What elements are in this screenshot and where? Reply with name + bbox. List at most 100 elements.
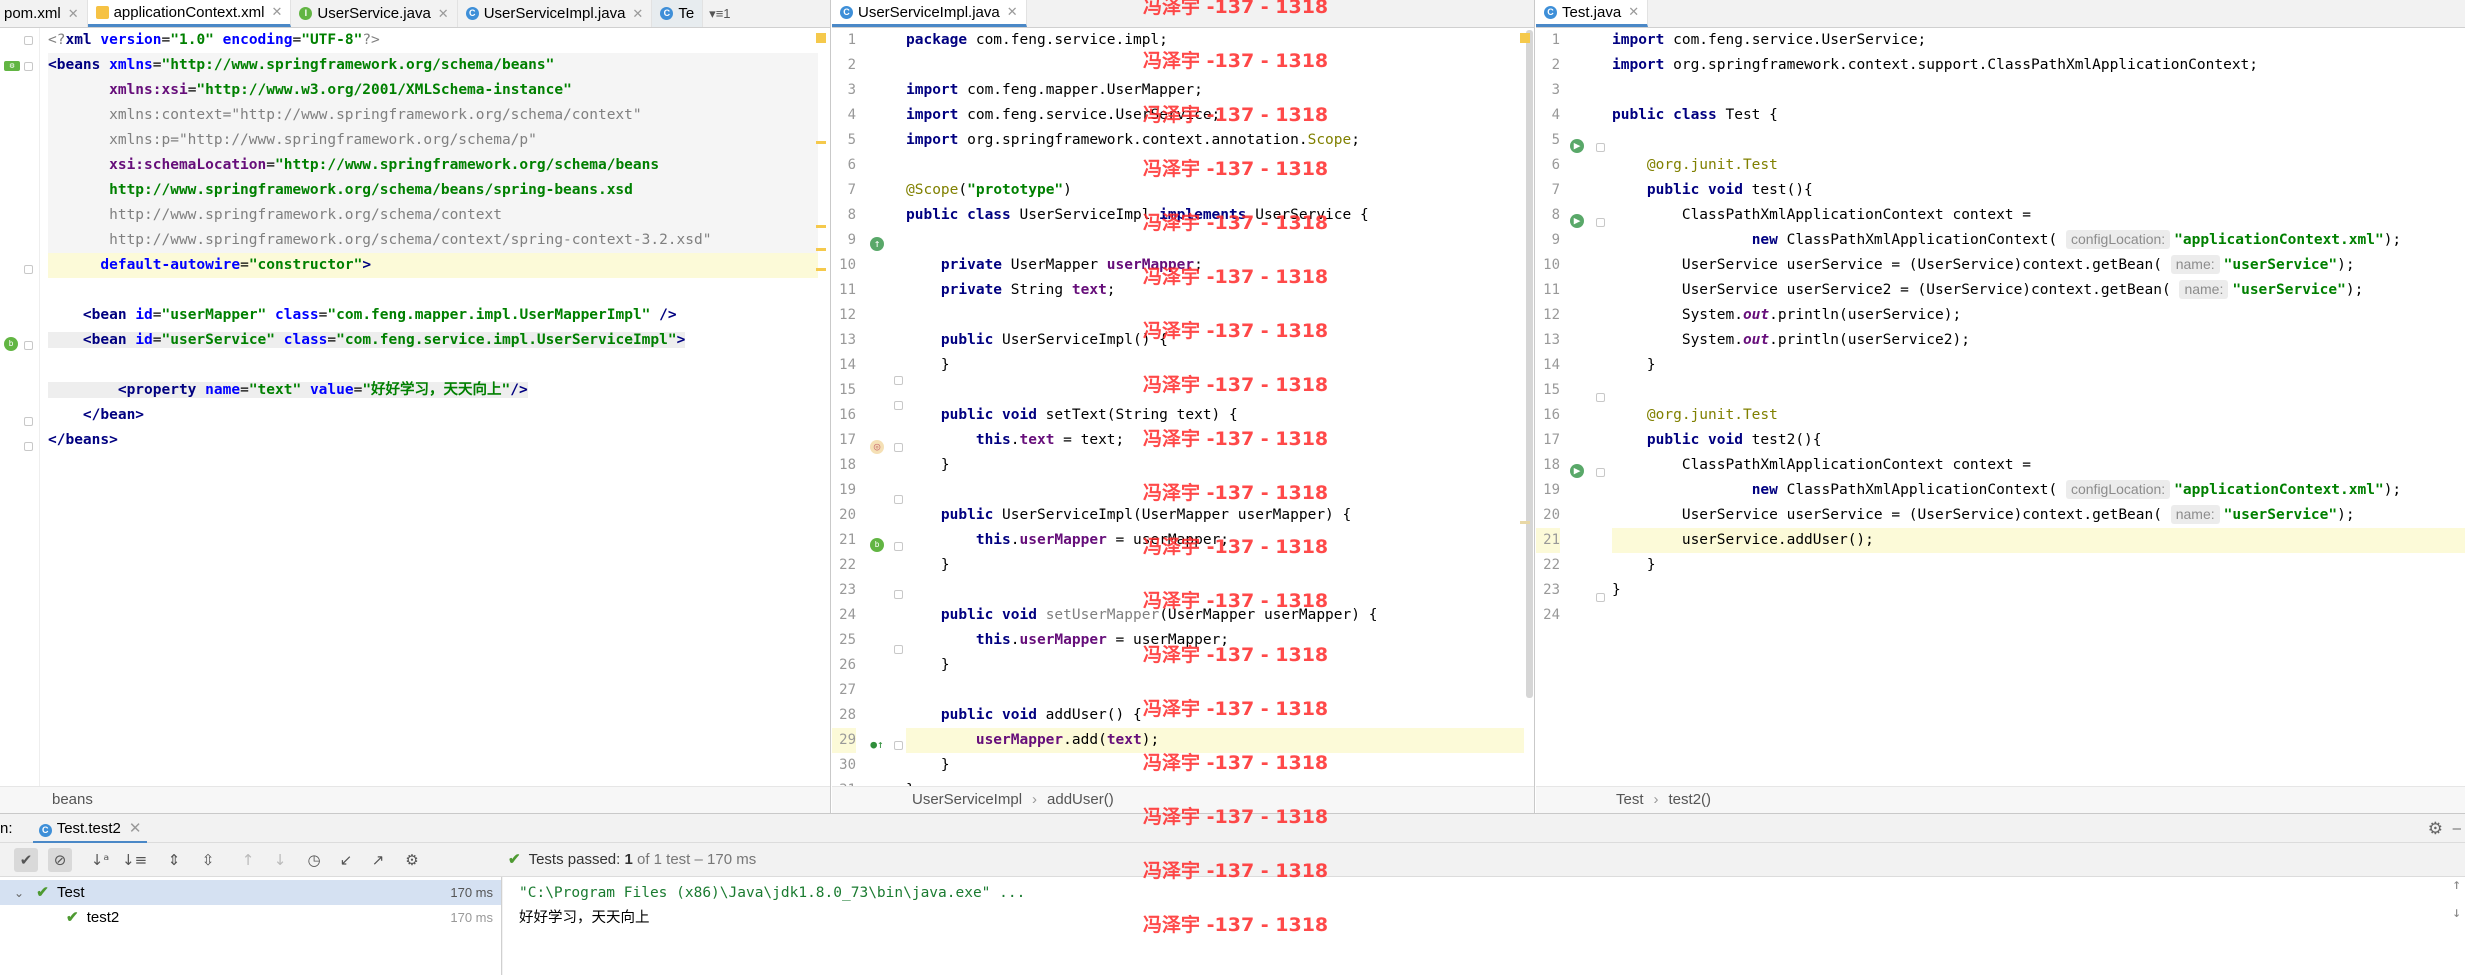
class-icon: C: [465, 7, 479, 20]
fold-icon[interactable]: [1596, 468, 1605, 477]
close-icon[interactable]: ✕: [438, 6, 449, 22]
breadcrumb-separator: ›: [1653, 791, 1659, 808]
tree-row[interactable]: ✔ test2 170 ms: [0, 905, 501, 930]
test-code[interactable]: import com.feng.service.UserService; imp…: [1612, 28, 2465, 813]
line-number: 29: [832, 728, 856, 753]
bean-icon[interactable]: b: [4, 337, 18, 351]
error-stripe-mark[interactable]: [1520, 521, 1530, 524]
tab-test-java[interactable]: C Test.java ✕: [1536, 0, 1649, 27]
fold-icon[interactable]: [894, 645, 903, 654]
sort-alphabetically-icon[interactable]: ↓ᵃ: [88, 848, 112, 872]
fold-icon[interactable]: [894, 443, 903, 452]
close-icon[interactable]: ✕: [1007, 4, 1018, 20]
breadcrumb-item[interactable]: beans: [52, 791, 93, 808]
tab-test[interactable]: C Te: [652, 0, 704, 27]
breadcrumb-item[interactable]: addUser(): [1047, 791, 1114, 808]
tree-row[interactable]: ⌄ ✔ Test 170 ms: [0, 880, 501, 905]
tab-label: UserService.java: [317, 5, 431, 22]
import-tests-icon[interactable]: ↙: [334, 848, 358, 872]
run-test-icon[interactable]: ▶: [1570, 464, 1584, 478]
tab-application-context-xml[interactable]: applicationContext.xml ✕: [87, 0, 292, 27]
error-stripe-mark[interactable]: [816, 225, 826, 228]
fold-icon[interactable]: [1596, 218, 1605, 227]
run-header: n: C Test.test2 ✕ ⚙ –: [0, 814, 2465, 844]
error-stripe-mark[interactable]: [816, 141, 826, 144]
impl-code[interactable]: package com.feng.service.impl; import co…: [906, 28, 1524, 813]
sort-duration-icon[interactable]: ↓≡: [122, 848, 147, 872]
fold-icon[interactable]: [894, 590, 903, 599]
tree-label: test2: [86, 909, 120, 926]
spring-context-icon[interactable]: ⚙: [4, 61, 20, 71]
tab-user-service-impl-java[interactable]: C UserServiceImpl.java ✕: [458, 0, 653, 27]
impl-gutter: 1 2 3 4 5 6 7 8 9 10 11 12 13 14 15 16 17 18 19 20 21 22 23 24 2…: [832, 28, 903, 813]
fold-icon[interactable]: [894, 542, 903, 551]
test-class-icon: C: [1544, 5, 1557, 19]
fold-icon[interactable]: [894, 741, 903, 750]
fold-icon[interactable]: [24, 62, 33, 71]
vertical-scrollbar[interactable]: [1526, 30, 1533, 698]
code-line: <property name="text" value="好好学习，天天向上"/…: [48, 378, 818, 403]
autowire-icon[interactable]: ◎: [870, 440, 884, 454]
line-number: 26: [839, 657, 856, 673]
fold-icon[interactable]: [24, 442, 33, 451]
history-icon[interactable]: ◷: [302, 848, 326, 872]
close-icon[interactable]: ✕: [1628, 4, 1639, 20]
tab-user-service-java[interactable]: I UserService.java ✕: [291, 0, 458, 27]
tab-overflow-menu[interactable]: ▾≡1: [703, 0, 736, 27]
close-icon[interactable]: ✕: [272, 4, 283, 20]
run-test-icon[interactable]: ▶: [1570, 214, 1584, 228]
code-line: new ClassPathXmlApplicationContext( conf…: [1751, 480, 2402, 499]
previous-failed-icon[interactable]: ↑: [236, 848, 260, 872]
run-class-icon[interactable]: ▶: [1570, 139, 1584, 153]
collapse-all-icon[interactable]: ⇳: [196, 848, 220, 872]
scroll-down-icon[interactable]: ↓: [2452, 905, 2461, 921]
parameter-hint: name:: [2179, 280, 2229, 299]
expand-all-icon[interactable]: ⇕: [162, 848, 186, 872]
close-icon[interactable]: ✕: [68, 6, 79, 22]
xml-code[interactable]: <?xml version="1.0" encoding="UTF-8"?> <…: [48, 28, 818, 813]
close-icon[interactable]: ✕: [632, 6, 643, 22]
line-number: 6: [1551, 157, 1560, 173]
show-ignored-icon[interactable]: ⊘: [48, 848, 72, 872]
fold-icon[interactable]: [894, 401, 903, 410]
status-suffix: of 1 test – 170 ms: [636, 851, 757, 868]
fold-icon[interactable]: [1596, 393, 1605, 402]
bean-icon[interactable]: b: [870, 538, 884, 552]
breadcrumb-item[interactable]: Test: [1616, 791, 1644, 808]
warning-marker[interactable]: [1520, 33, 1530, 43]
breadcrumb-item[interactable]: test2(): [1669, 791, 1712, 808]
fold-icon[interactable]: [1596, 143, 1605, 152]
line-number: 10: [839, 257, 856, 273]
code-line: xmlns:p="http://www.springframework.org/…: [48, 128, 818, 153]
tab-pom-xml[interactable]: pom.xml ✕: [0, 0, 88, 27]
error-stripe-mark[interactable]: [816, 248, 826, 251]
export-tests-icon[interactable]: ↗: [366, 848, 390, 872]
tab-user-service-impl-java[interactable]: C UserServiceImpl.java ✕: [832, 0, 1027, 27]
chevron-down-icon[interactable]: ⌄: [14, 886, 24, 900]
fold-icon[interactable]: [24, 341, 33, 350]
fold-icon[interactable]: [24, 417, 33, 426]
tab-run-config[interactable]: C Test.test2 ✕: [32, 816, 148, 844]
next-failed-icon[interactable]: ↓: [268, 848, 292, 872]
console-output[interactable]: "C:\Program Files (x86)\Java\jdk1.8.0_73…: [503, 877, 2465, 975]
settings-icon[interactable]: ⚙: [2428, 814, 2443, 843]
fold-icon[interactable]: [24, 36, 33, 45]
fold-icon[interactable]: [1596, 593, 1605, 602]
implements-icon[interactable]: ↑: [870, 237, 884, 251]
close-icon[interactable]: ✕: [129, 820, 142, 837]
fold-icon[interactable]: [24, 265, 33, 274]
fold-icon[interactable]: [894, 376, 903, 385]
settings-icon[interactable]: ⚙: [400, 848, 424, 872]
show-passed-icon[interactable]: ✔: [14, 848, 38, 872]
breadcrumb-item[interactable]: UserServiceImpl: [912, 791, 1022, 808]
implemented-method-icon[interactable]: ●↑: [870, 738, 884, 752]
code-line: UserService userService2 = (UserService)…: [1612, 280, 2364, 299]
error-stripe-mark[interactable]: [816, 268, 826, 271]
fold-icon[interactable]: [894, 495, 903, 504]
scroll-up-icon[interactable]: ↑: [2452, 877, 2461, 893]
code-line: public void setText(String text) {: [940, 407, 1238, 423]
warning-marker[interactable]: [816, 33, 826, 43]
minimize-icon[interactable]: –: [2453, 814, 2461, 843]
